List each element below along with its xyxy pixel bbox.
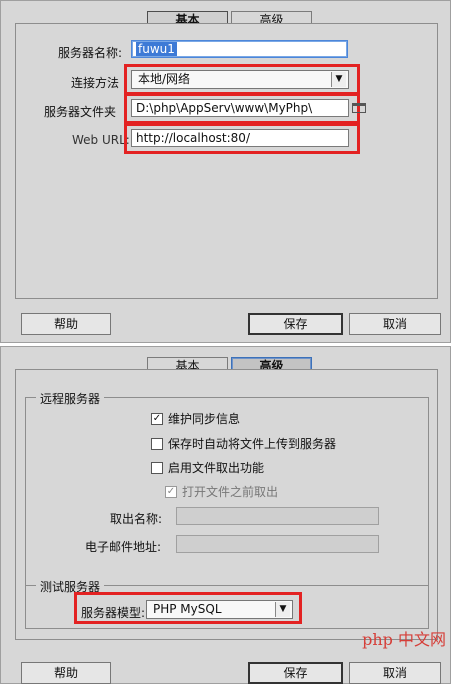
checkmark-icon: ✓: [151, 412, 163, 425]
advanced-content-area: 远程服务器 ✓ 维护同步信息 保存时自动将文件上传到服务器 启用文件取出功能 ✓…: [15, 369, 438, 640]
email-label: 电子邮件地址:: [85, 540, 162, 554]
auto-upload-label: 保存时自动将文件上传到服务器: [168, 437, 337, 451]
remote-server-group: 远程服务器 ✓ 维护同步信息 保存时自动将文件上传到服务器 启用文件取出功能 ✓…: [25, 390, 429, 594]
connection-highlight: [124, 64, 360, 95]
empty-checkbox-icon: [151, 437, 163, 450]
web-url-label: Web URL:: [72, 133, 130, 147]
email-input: [176, 535, 379, 553]
checkout-label: 启用文件取出功能: [168, 461, 265, 475]
folder-label: 服务器文件夹: [44, 105, 117, 119]
save-button[interactable]: 保存: [248, 662, 343, 684]
basic-content-area: 服务器名称: fuwu1 连接方法 本地/网络 ▼ 服务器文件夹 D:\php\…: [15, 23, 438, 299]
cancel-button[interactable]: 取消: [349, 662, 441, 684]
folder-highlight: [124, 93, 360, 124]
checkout-name-label: 取出名称:: [110, 512, 163, 526]
help-button[interactable]: 帮助: [21, 313, 111, 335]
auto-upload-checkbox[interactable]: 保存时自动将文件上传到服务器: [151, 435, 336, 452]
folder-icon[interactable]: [352, 103, 366, 113]
connection-label: 连接方法: [71, 76, 120, 90]
empty-checkbox-icon: [151, 461, 163, 474]
remote-server-title: 远程服务器: [36, 390, 105, 407]
disabled-checkmark-icon: ✓: [165, 485, 177, 498]
server-name-value: fuwu1: [136, 42, 177, 56]
web-url-highlight: [124, 123, 360, 154]
server-name-input[interactable]: fuwu1: [131, 40, 348, 58]
watermark-logo: php 中文网: [362, 630, 446, 649]
server-model-highlight: [74, 592, 302, 624]
cancel-button[interactable]: 取消: [349, 313, 441, 335]
save-button[interactable]: 保存: [248, 313, 343, 335]
checkout-name-input: [176, 507, 379, 525]
maintain-sync-checkbox[interactable]: ✓ 维护同步信息: [151, 410, 240, 427]
help-button[interactable]: 帮助: [21, 662, 111, 684]
basic-settings-panel: 基本 高级 服务器名称: fuwu1 连接方法 本地/网络 ▼ 服务器文件夹 D…: [0, 0, 451, 343]
testing-server-group: 测试服务器 服务器模型: PHP MySQL ▼: [25, 578, 429, 629]
checkout-checkbox[interactable]: 启用文件取出功能: [151, 459, 264, 476]
maintain-sync-label: 维护同步信息: [168, 412, 241, 426]
open-before-checkout-label: 打开文件之前取出: [182, 485, 279, 499]
open-before-checkout-checkbox: ✓ 打开文件之前取出: [165, 483, 278, 500]
server-name-label: 服务器名称:: [58, 46, 123, 60]
